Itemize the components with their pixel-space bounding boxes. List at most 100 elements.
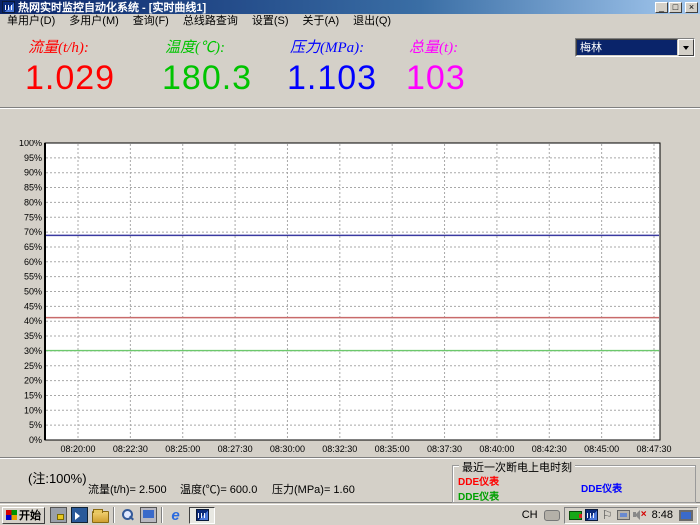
readout-label: 压力(MPa):: [287, 36, 406, 58]
svg-text:90%: 90%: [24, 168, 42, 178]
heatnet-app-taskbar-button[interactable]: [189, 507, 215, 524]
svg-text:08:40:00: 08:40:00: [479, 444, 514, 454]
svg-text:08:32:30: 08:32:30: [322, 444, 357, 454]
menu-item-5[interactable]: 关于(A): [296, 14, 347, 29]
menu-item-3[interactable]: 总线路查询: [176, 14, 245, 29]
svg-text:15%: 15%: [24, 390, 42, 400]
trend-chart: 0%5%10%15%20%25%30%35%40%45%50%55%60%65%…: [0, 140, 700, 456]
power-event-panel: 最近一次断电上电时刻 DDE仪表DDE仪表DDE仪表: [452, 465, 696, 503]
readout-panel: 流量(t/h):1.029温度(℃):180.3压力(MPa):1.103总量(…: [25, 36, 516, 98]
fullscale-text-2: 压力(MPa)= 1.60: [272, 481, 355, 497]
svg-text:08:22:30: 08:22:30: [113, 444, 148, 454]
menu-item-1[interactable]: 多用户(M): [62, 14, 126, 29]
display-settings-icon[interactable]: [679, 510, 693, 521]
svg-text:08:35:00: 08:35:00: [375, 444, 410, 454]
heatnet-app-icon: [196, 509, 209, 521]
chevron-down-icon: [683, 46, 689, 50]
taskbar-separator: [113, 507, 115, 523]
system-tray: ⚐ × 8:48: [564, 507, 698, 524]
station-combobox-value[interactable]: 梅林: [576, 39, 678, 56]
svg-text:60%: 60%: [24, 257, 42, 267]
folder-icon[interactable]: [92, 511, 109, 523]
svg-text:45%: 45%: [24, 301, 42, 311]
search-icon[interactable]: [119, 507, 136, 523]
svg-text:08:25:00: 08:25:00: [165, 444, 200, 454]
fullscale-text-0: 流量(t/h)= 2.500: [88, 481, 167, 497]
mute-x-glyph: ×: [641, 509, 647, 521]
volume-muted-icon[interactable]: ×: [633, 509, 646, 521]
readout-value: 1.103: [287, 58, 406, 98]
language-indicator[interactable]: CH: [516, 509, 544, 521]
svg-text:30%: 30%: [24, 346, 42, 356]
dde-meter-label-0: DDE仪表: [458, 473, 499, 488]
readout-label: 流量(t/h):: [25, 36, 162, 58]
fullscale-note: (注:100%): [28, 468, 87, 487]
windows-logo-icon: [6, 510, 17, 520]
menu-item-4[interactable]: 设置(S): [245, 14, 296, 29]
svg-text:08:30:00: 08:30:00: [270, 444, 305, 454]
svg-text:40%: 40%: [24, 316, 42, 326]
quick-launch-bar: e: [48, 507, 186, 523]
heatnet-tray-icon[interactable]: [585, 509, 598, 521]
readout-2: 压力(MPa):1.103: [287, 36, 406, 98]
dde-meter-label-2: DDE仪表: [581, 480, 622, 495]
readout-value: 180.3: [162, 58, 287, 98]
combobox-dropdown-button[interactable]: [678, 39, 694, 56]
separator-line: [0, 457, 700, 459]
svg-text:85%: 85%: [24, 183, 42, 193]
menubar: 单用户(D)多用户(M)查询(F)总线路查询设置(S)关于(A)退出(Q): [0, 14, 700, 29]
keyboard-icon[interactable]: [544, 510, 560, 521]
network-neighborhood-icon[interactable]: [617, 510, 630, 520]
restore-button[interactable]: □: [669, 2, 682, 13]
readout-value: 1.029: [25, 58, 162, 98]
desktop-icon[interactable]: [140, 507, 157, 523]
start-button[interactable]: 开始: [2, 507, 45, 524]
desktop-screen: 热网实时监控自动化系统 - [实时曲线1] _ □ × 单用户(D)多用户(M)…: [0, 0, 700, 525]
window-controls: _ □ ×: [655, 2, 698, 13]
app-icon: [2, 1, 15, 13]
svg-text:75%: 75%: [24, 212, 42, 222]
readout-0: 流量(t/h):1.029: [25, 36, 162, 98]
readout-3: 总量(t):103: [406, 36, 516, 98]
svg-text:08:27:30: 08:27:30: [218, 444, 253, 454]
menu-item-2[interactable]: 查询(F): [126, 14, 176, 29]
ie-icon[interactable]: e: [167, 507, 184, 523]
network-card-icon[interactable]: [569, 511, 582, 520]
svg-text:70%: 70%: [24, 227, 42, 237]
station-combobox[interactable]: 梅林: [575, 38, 695, 57]
taskbar-clock: 8:48: [649, 509, 676, 521]
svg-text:10%: 10%: [24, 405, 42, 415]
taskbar-separator: [161, 507, 163, 523]
taskbar: 开始 e CH ⚐ × 8:48: [0, 504, 700, 525]
svg-text:0%: 0%: [29, 435, 42, 445]
close-button[interactable]: ×: [685, 2, 698, 13]
svg-text:08:42:30: 08:42:30: [532, 444, 567, 454]
console-icon[interactable]: [71, 507, 88, 523]
svg-text:95%: 95%: [24, 153, 42, 163]
readout-label: 总量(t):: [406, 36, 516, 58]
dde-meter-label-1: DDE仪表: [458, 488, 499, 503]
minimize-button[interactable]: _: [655, 2, 668, 13]
svg-text:65%: 65%: [24, 242, 42, 252]
start-label: 开始: [19, 507, 41, 523]
svg-text:100%: 100%: [19, 140, 42, 148]
svg-text:08:45:00: 08:45:00: [584, 444, 619, 454]
menu-item-0[interactable]: 单用户(D): [0, 14, 62, 29]
svg-text:08:20:00: 08:20:00: [60, 444, 95, 454]
svg-text:5%: 5%: [29, 420, 42, 430]
svg-text:08:37:30: 08:37:30: [427, 444, 462, 454]
svg-text:08:47:30: 08:47:30: [636, 444, 671, 454]
workstation-icon[interactable]: [50, 507, 67, 523]
readout-label: 温度(℃):: [162, 36, 287, 58]
svg-text:25%: 25%: [24, 361, 42, 371]
readout-value: 103: [406, 58, 516, 98]
titlebar[interactable]: 热网实时监控自动化系统 - [实时曲线1] _ □ ×: [0, 0, 700, 14]
flag-icon[interactable]: ⚐: [601, 509, 614, 521]
separator-line: [0, 107, 700, 109]
fullscale-text-1: 温度(℃)= 600.0: [180, 481, 257, 497]
svg-text:50%: 50%: [24, 287, 42, 297]
svg-text:35%: 35%: [24, 331, 42, 341]
svg-text:55%: 55%: [24, 272, 42, 282]
svg-text:80%: 80%: [24, 197, 42, 207]
menu-item-6[interactable]: 退出(Q): [346, 14, 398, 29]
